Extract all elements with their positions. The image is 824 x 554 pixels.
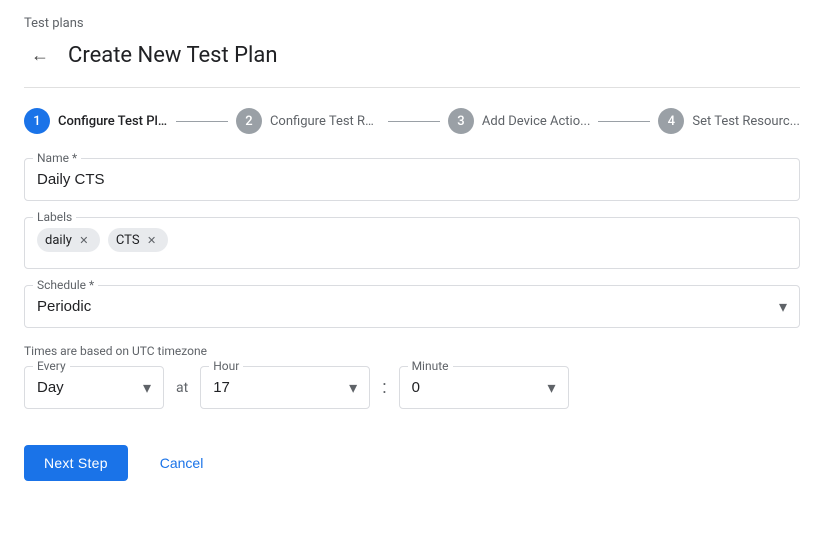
- periodic-row: Every Day Hour Week ▾ at Hour: [24, 366, 800, 409]
- chips-container: daily ✕ CTS ✕: [37, 226, 787, 254]
- minute-select[interactable]: 0 15 30 45: [412, 375, 556, 400]
- step-label-4: Set Test Resourc...: [692, 114, 800, 129]
- every-select[interactable]: Day Hour Week: [37, 375, 151, 400]
- chip-cts-close[interactable]: ✕: [144, 232, 160, 248]
- page-header: ← Create New Test Plan: [24, 39, 800, 71]
- page-divider: [24, 87, 800, 88]
- every-field-container: Every Day Hour Week ▾: [24, 366, 164, 409]
- page-title: Create New Test Plan: [68, 43, 278, 68]
- next-step-button[interactable]: Next Step: [24, 445, 128, 481]
- step-connector-1: [176, 121, 228, 122]
- step-4: 4 Set Test Resourc...: [658, 108, 800, 134]
- minute-label: Minute: [408, 359, 453, 373]
- stepper: 1 Configure Test Pl... 2 Configure Test …: [24, 108, 800, 134]
- hour-field-container: Hour 17 ▾: [200, 366, 370, 409]
- minute-select-wrapper: 0 15 30 45 ▾: [412, 375, 556, 400]
- step-3: 3 Add Device Actio...: [448, 108, 591, 134]
- step-label-3: Add Device Actio...: [482, 114, 591, 129]
- chip-daily: daily ✕: [37, 228, 100, 252]
- chip-cts: CTS ✕: [108, 228, 168, 252]
- step-connector-2: [388, 121, 440, 122]
- name-label: Name *: [33, 151, 81, 165]
- step-circle-1: 1: [24, 108, 50, 134]
- hour-label: Hour: [209, 359, 243, 373]
- back-icon: ←: [31, 45, 49, 66]
- chip-cts-text: CTS: [116, 233, 140, 248]
- hour-select[interactable]: 17: [213, 375, 357, 400]
- chip-daily-text: daily: [45, 233, 72, 248]
- step-label-1: Configure Test Pl...: [58, 114, 168, 129]
- back-button[interactable]: ←: [24, 39, 56, 71]
- cancel-button[interactable]: Cancel: [144, 445, 220, 481]
- step-connector-3: [598, 121, 650, 122]
- timezone-note: Times are based on UTC timezone: [24, 344, 800, 358]
- labels-field-container: Labels daily ✕ CTS ✕: [24, 217, 800, 269]
- minute-field-container: Minute 0 15 30 45 ▾: [399, 366, 569, 409]
- hour-select-wrapper: 17 ▾: [213, 375, 357, 400]
- periodic-section: Times are based on UTC timezone Every Da…: [24, 344, 800, 409]
- name-field-container: Name *: [24, 158, 800, 201]
- buttons-row: Next Step Cancel: [24, 445, 800, 481]
- name-input[interactable]: [37, 167, 787, 192]
- colon-separator: :: [382, 377, 386, 398]
- every-label: Every: [33, 359, 70, 373]
- step-circle-3: 3: [448, 108, 474, 134]
- chip-daily-close[interactable]: ✕: [76, 232, 92, 248]
- breadcrumb: Test plans: [24, 16, 800, 31]
- step-2: 2 Configure Test Ru...: [236, 108, 380, 134]
- at-label: at: [176, 380, 188, 396]
- schedule-label: Schedule *: [33, 278, 98, 292]
- step-circle-4: 4: [658, 108, 684, 134]
- schedule-select[interactable]: Periodic One-time: [37, 294, 787, 319]
- step-1: 1 Configure Test Pl...: [24, 108, 168, 134]
- schedule-select-wrapper: Periodic One-time ▾: [37, 294, 787, 319]
- labels-label: Labels: [33, 210, 76, 224]
- every-select-wrapper: Day Hour Week ▾: [37, 375, 151, 400]
- form-section: Name * Labels daily ✕ CTS ✕ Schedule *: [24, 158, 800, 538]
- schedule-field-container: Schedule * Periodic One-time ▾: [24, 285, 800, 328]
- step-circle-2: 2: [236, 108, 262, 134]
- step-label-2: Configure Test Ru...: [270, 114, 380, 129]
